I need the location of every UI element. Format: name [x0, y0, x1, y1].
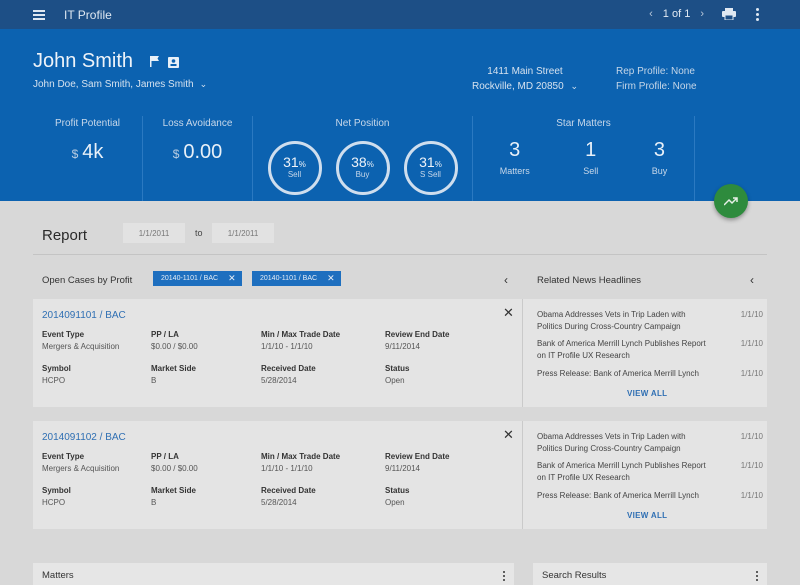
star-matters-metric: Star Matters 3 Matters 1 Sell 3 Buy	[473, 116, 695, 201]
profit-currency: $	[71, 147, 79, 161]
star-matters-label: Star Matters	[556, 118, 611, 129]
address-line-1: 1411 Main Street	[487, 66, 563, 77]
view-all-link[interactable]: VIEW ALL	[627, 511, 667, 520]
open-cases-label: Open Cases by Profit	[42, 275, 133, 286]
news-item[interactable]: Bank of America Merrill Lynch Publishes …	[537, 338, 763, 362]
ring-label: Sell	[287, 170, 302, 179]
date-to-field[interactable]: 1/1/2011	[212, 223, 274, 243]
date-from-field[interactable]: 1/1/2011	[123, 223, 185, 243]
news-item[interactable]: Press Release: Bank of America Merrill L…	[537, 490, 763, 502]
buy-ring[interactable]: 38% Buy	[335, 141, 390, 195]
date-range-separator: to	[195, 228, 203, 238]
matters-title: Matters	[42, 570, 74, 581]
close-icon[interactable]: ✕	[327, 273, 335, 284]
news-item[interactable]: Press Release: Bank of America Merrill L…	[537, 368, 763, 380]
flag-icon[interactable]	[150, 56, 160, 67]
page-indicator: 1 of 1	[662, 8, 691, 20]
ring-label: S Sell	[420, 170, 441, 179]
aliases-dropdown[interactable]: John Doe, Sam Smith, James Smith ⌄	[33, 79, 207, 90]
case-filter-chip[interactable]: 20140-1101 / BAC ✕	[153, 271, 242, 286]
case-id-link[interactable]: 2014091101 / BAC	[42, 310, 126, 321]
case-id-link[interactable]: 2014091102 / BAC	[42, 432, 126, 443]
close-icon[interactable]: ✕	[228, 273, 236, 284]
case-card: 2014091101 / BAC ✕ Event Type Mergers & A…	[33, 299, 767, 407]
print-icon[interactable]	[722, 8, 736, 20]
related-news-label: Related News Headlines	[537, 275, 642, 286]
ring-label: Buy	[355, 170, 370, 179]
trending-fab-button[interactable]	[714, 184, 748, 218]
profit-potential-label: Profit Potential	[54, 118, 121, 129]
star-sell-count[interactable]: 1 Sell	[583, 139, 598, 176]
more-options-icon[interactable]	[756, 571, 758, 583]
next-page-icon[interactable]: ›	[700, 8, 704, 20]
rep-profile[interactable]: Rep Profile: None	[616, 64, 697, 79]
sell-ring[interactable]: 31% Sell	[267, 141, 322, 195]
profile-header: John Smith John Doe, Sam Smith, James Sm…	[0, 29, 800, 201]
ring-value: 31	[419, 154, 435, 170]
address[interactable]: 1411 Main Street Rockville, MD 20850 ⌄	[470, 64, 580, 94]
news-item[interactable]: Obama Addresses Vets in Trip Laden with …	[537, 309, 763, 333]
profit-potential-value: 4k	[82, 141, 104, 163]
report-title: Report	[42, 227, 88, 244]
linked-profiles: Rep Profile: None Firm Profile: None	[616, 64, 697, 94]
close-icon[interactable]: ✕	[503, 305, 514, 321]
ring-value: 38	[351, 154, 367, 170]
net-position-metric: Net Position 31% Sell 38% Buy 31% S Sell	[253, 116, 473, 201]
loss-currency: $	[172, 147, 180, 161]
ring-value: 31	[283, 154, 299, 170]
loss-avoidance-value: 0.00	[183, 141, 223, 163]
profile-name: John Smith	[33, 50, 134, 72]
chevron-down-icon: ⌄	[199, 79, 208, 89]
trending-up-icon	[724, 197, 738, 206]
search-results-panel: Search Results	[533, 563, 767, 585]
chevron-down-icon: ⌄	[570, 81, 579, 91]
firm-profile[interactable]: Firm Profile: None	[616, 79, 697, 94]
contact-card-icon[interactable]	[168, 56, 179, 68]
chevron-left-icon[interactable]: ‹	[750, 273, 754, 287]
profit-potential-metric: Profit Potential $4k	[33, 116, 143, 201]
loss-avoidance-label: Loss Avoidance	[162, 118, 233, 129]
app-title: IT Profile	[64, 7, 112, 22]
pager: ‹ 1 of 1 ›	[649, 8, 704, 20]
case-card: 2014091102 / BAC ✕ Event Type Mergers & A…	[33, 421, 767, 529]
loss-avoidance-metric: Loss Avoidance $0.00	[143, 116, 253, 201]
matters-panel: Matters	[33, 563, 514, 585]
search-results-title: Search Results	[542, 570, 607, 581]
chevron-left-icon[interactable]: ‹	[504, 273, 508, 287]
view-all-link[interactable]: VIEW ALL	[627, 389, 667, 398]
star-buy-count[interactable]: 3 Buy	[652, 139, 668, 176]
cases-subheader: Open Cases by Profit 20140-1101 / BAC ✕ 2…	[33, 268, 767, 292]
menu-icon[interactable]	[33, 9, 47, 20]
short-sell-ring[interactable]: 31% S Sell	[403, 141, 458, 195]
star-matters-count[interactable]: 3 Matters	[500, 139, 530, 176]
news-item[interactable]: Bank of America Merrill Lynch Publishes …	[537, 460, 763, 484]
more-options-icon[interactable]	[503, 571, 505, 583]
close-icon[interactable]: ✕	[503, 427, 514, 443]
app-bar: IT Profile ‹ 1 of 1 ›	[0, 0, 800, 29]
net-position-label: Net Position	[335, 118, 390, 129]
aliases-text: John Doe, Sam Smith, James Smith	[33, 79, 194, 90]
news-item[interactable]: Obama Addresses Vets in Trip Laden with …	[537, 431, 763, 455]
address-line-2: Rockville, MD 20850	[471, 81, 564, 92]
report-header: Report 1/1/2011 to 1/1/2011	[33, 217, 767, 255]
more-options-icon[interactable]	[756, 8, 760, 21]
case-filter-chip[interactable]: 20140-1101 / BAC ✕	[252, 271, 341, 286]
prev-page-icon[interactable]: ‹	[649, 8, 653, 20]
